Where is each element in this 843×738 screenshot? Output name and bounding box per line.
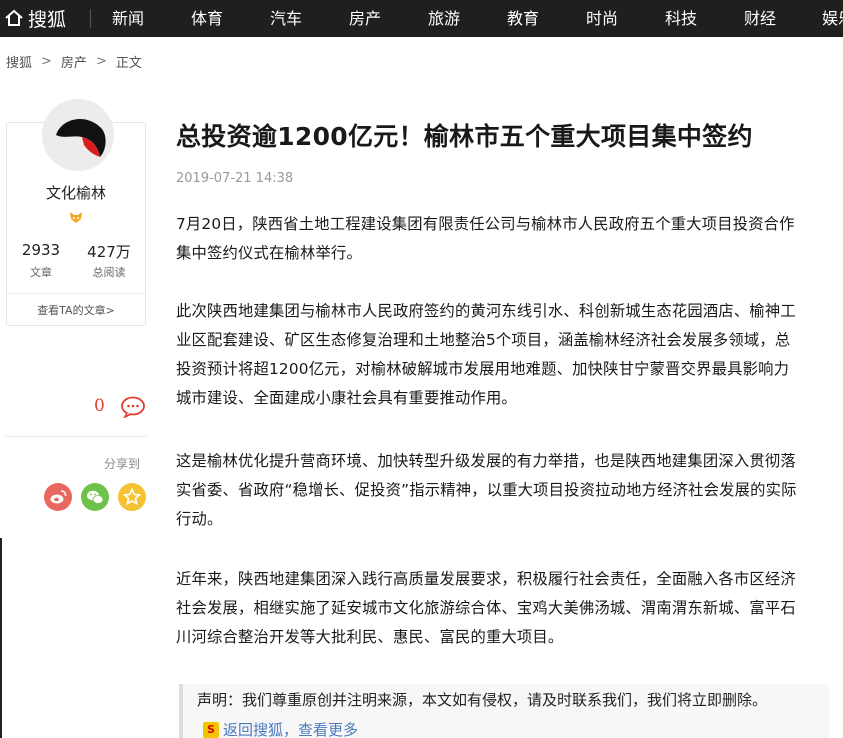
article-paragraph: 近年来，陕西地建集团深入践行高质量发展要求，积极履行社会责任，全面融入各市区经济…	[176, 565, 821, 652]
sohu-logo[interactable]: 搜狐	[4, 5, 66, 31]
home-icon	[5, 9, 23, 26]
breadcrumb-home[interactable]: 搜狐	[6, 52, 32, 71]
notice-text: 声明：我们尊重原创并注明来源，本文如有侵权，请及时联系我们，我们将立即删除。	[197, 691, 768, 709]
paragraph-line: 川河综合整治开发等大批利民、惠民、富民的重大项目。	[176, 628, 564, 646]
favorite-share-button[interactable]	[118, 483, 146, 511]
window-edge	[0, 538, 2, 738]
breadcrumb-separator: >	[41, 54, 52, 69]
nav-item-tech[interactable]: 科技	[665, 0, 697, 37]
avatar[interactable]	[42, 99, 114, 171]
wechat-share-button[interactable]	[81, 483, 109, 511]
weibo-icon	[50, 490, 67, 504]
nav-item-realestate[interactable]: 房产	[349, 0, 381, 37]
article-paragraph: 7月20日，陕西省土地工程建设集团有限责任公司与榆林市人民政府五个重大项目投资合…	[176, 210, 821, 268]
article-count: 2933	[21, 241, 61, 259]
paragraph-line: 社会发展，相继实施了延安城市文化旅游综合体、宝鸡大美佛汤城、渭南渭东新城、富平石	[176, 599, 796, 617]
author-name[interactable]: 文化榆林	[7, 182, 145, 203]
nav-item-entertainment[interactable]: 娱乐	[822, 0, 843, 37]
paragraph-line: 集中签约仪式在榆林举行。	[176, 244, 362, 262]
share-label: 分享到	[104, 457, 141, 471]
nav-item-finance[interactable]: 财经	[744, 0, 776, 37]
view-count: 427万	[87, 243, 131, 261]
article-paragraph: 这是榆林优化提升营商环境、加快转型升级发展的有力举措，也是陕西地建集团深入贯彻落…	[176, 447, 821, 534]
comment-icon[interactable]	[120, 396, 146, 418]
back-link-text: 返回搜狐，查看更多	[223, 721, 359, 738]
author-articles-link[interactable]: 查看TA的文章>	[7, 302, 145, 318]
paragraph-line: 城市建设、全面建成小康社会具有重要推动作用。	[176, 389, 517, 407]
paragraph-line: 实省委、省政府“稳增长、促投资”指示精神，以重大项目投资拉动地方经济社会发展的实…	[176, 481, 797, 499]
breadcrumb-realestate[interactable]: 房产	[61, 52, 87, 71]
nav-item-news[interactable]: 新闻	[112, 0, 144, 37]
nav-item-sports[interactable]: 体育	[191, 0, 223, 37]
paragraph-line: 业区配套建设、矿区生态修复治理和土地整治5个项目，涵盖榆林经济社会发展多领域，总	[176, 331, 791, 349]
paragraph-line: 7月20日，陕西省土地工程建设集团有限责任公司与榆林市人民政府五个重大项目投资合…	[176, 215, 795, 233]
breadcrumb-current: 正文	[115, 56, 142, 71]
weibo-share-button[interactable]	[44, 483, 72, 511]
sidebar-divider	[6, 436, 146, 437]
card-divider	[7, 293, 145, 294]
sohu-mini-icon: S	[203, 721, 219, 738]
avatar-logo-icon	[42, 99, 114, 171]
nav-item-fashion[interactable]: 时尚	[586, 0, 618, 37]
paragraph-line: 近年来，陕西地建集团深入践行高质量发展要求，积极履行社会责任，全面融入各市区经济	[176, 570, 796, 588]
nav-item-travel[interactable]: 旅游	[428, 0, 460, 37]
wechat-icon	[87, 490, 104, 504]
back-to-sohu-link[interactable]: S 返回搜狐，查看更多	[203, 719, 358, 738]
paragraph-line: 这是榆林优化提升营商环境、加快转型升级发展的有力举措，也是陕西地建集团深入贯彻落	[176, 452, 796, 470]
paragraph-line: 投资预计将超1200亿元，对榆林破解城市发展用地难题、加快陕甘宁蒙晋交界最具影响…	[176, 360, 790, 378]
logo-text: 搜狐	[28, 8, 67, 31]
breadcrumb: 搜狐 > 房产 > 正文	[6, 52, 142, 71]
author-card: 文化榆林 2933 文章 427万 总阅读 查看TA的文章>	[6, 99, 146, 326]
nav-item-education[interactable]: 教育	[507, 0, 539, 37]
view-count-label: 总阅读	[92, 266, 126, 279]
copyright-notice: 声明：我们尊重原创并注明来源，本文如有侵权，请及时联系我们，我们将立即删除。 S…	[179, 684, 829, 738]
breadcrumb-separator: >	[95, 54, 107, 69]
article-paragraph: 此次陕西地建集团与榆林市人民政府签约的黄河东线引水、科创新城生态花园酒店、榆神工…	[176, 297, 821, 413]
comment-count[interactable]: 0	[94, 396, 105, 416]
article-title: 总投资逾1200亿元！榆林市五个重大项目集中签约	[176, 122, 753, 151]
article-count-label: 文章	[30, 266, 52, 279]
fox-badge-icon	[70, 212, 82, 223]
logo-divider	[90, 9, 91, 28]
nav-item-auto[interactable]: 汽车	[270, 0, 302, 37]
paragraph-line: 行动。	[176, 510, 223, 528]
article-timestamp: 2019-07-21 14:38	[176, 171, 294, 186]
favorite-icon	[123, 488, 141, 506]
top-nav-bar: 搜狐 新闻 体育 汽车 房产 旅游 教育 时尚 科技 财经 娱乐	[0, 0, 843, 37]
paragraph-line: 此次陕西地建集团与榆林市人民政府签约的黄河东线引水、科创新城生态花园酒店、榆神工	[176, 302, 796, 320]
